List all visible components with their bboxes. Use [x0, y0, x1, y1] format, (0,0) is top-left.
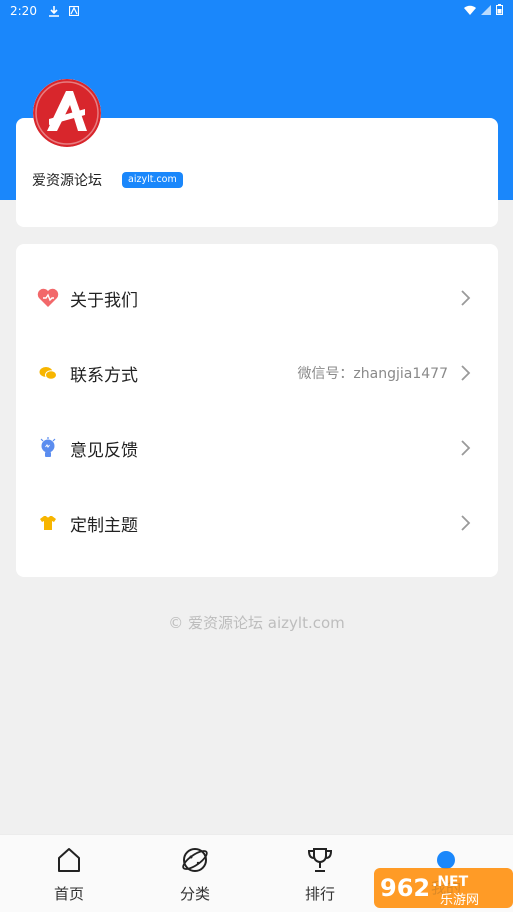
- menu-label-theme: 定制主题: [70, 515, 138, 536]
- status-time: 2:20: [10, 4, 37, 18]
- signal-icon: [481, 4, 491, 18]
- home-icon: [54, 845, 84, 875]
- nav-item-home[interactable]: 首页: [29, 845, 109, 904]
- watermark-number: 962: [380, 874, 430, 902]
- menu-item-contact[interactable]: 联系方式 微信号：zhangjia1477: [16, 343, 498, 403]
- avatar[interactable]: [33, 79, 101, 147]
- wechat-icon: [36, 361, 60, 385]
- nav-label-category: 分类: [179, 885, 210, 903]
- trophy-icon: [305, 845, 335, 875]
- chevron-right-icon: [458, 288, 474, 308]
- watermark-logo: 962 .NET 乐游网: [370, 862, 513, 912]
- media-icon: [68, 6, 79, 16]
- wechat-id-value: 微信号：zhangjia1477: [297, 366, 448, 382]
- chevron-right-icon: [458, 513, 474, 533]
- menu-item-about[interactable]: 关于我们: [16, 268, 498, 328]
- menu-item-theme[interactable]: 定制主题: [16, 493, 498, 553]
- copyright-text: © 爱资源论坛 aizylt.com: [168, 614, 345, 632]
- site-name: 爱资源论坛: [32, 173, 102, 189]
- heart-icon: [36, 286, 60, 310]
- menu-label-contact: 联系方式: [70, 365, 138, 386]
- nav-item-ranking[interactable]: 排行: [280, 845, 360, 904]
- watermark-suffix: .NET: [432, 874, 469, 890]
- menu-label-about: 关于我们: [70, 290, 138, 311]
- watermark-site: 乐游网: [440, 893, 479, 908]
- menu-card: 关于我们 联系方式 微信号：zhangjia1477 意见反馈 定制主题: [16, 244, 498, 577]
- battery-icon: [496, 4, 503, 18]
- chevron-right-icon: [458, 438, 474, 458]
- download-icon: [48, 5, 59, 17]
- nav-label-ranking: 排行: [304, 885, 335, 903]
- chevron-right-icon: [458, 363, 474, 383]
- domain-badge[interactable]: aizylt.com: [122, 172, 183, 188]
- nav-item-category[interactable]: 分类: [155, 845, 235, 904]
- shirt-icon: [36, 511, 60, 535]
- menu-item-feedback[interactable]: 意见反馈: [16, 418, 498, 478]
- nav-label-home: 首页: [53, 885, 84, 903]
- status-bar: 2:20: [0, 0, 513, 22]
- menu-label-feedback: 意见反馈: [70, 440, 138, 461]
- planet-icon: [180, 845, 210, 875]
- lightbulb-icon: [36, 436, 60, 460]
- wifi-icon: [464, 4, 476, 18]
